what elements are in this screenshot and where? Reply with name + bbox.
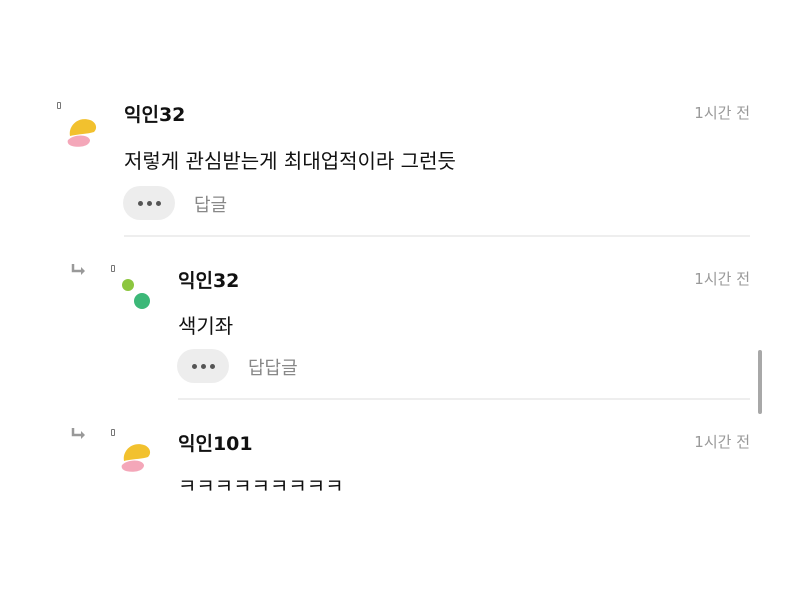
reply-arrow-icon xyxy=(71,428,85,439)
comment-thread: { "comments": [ { "author": "익인32", "tim… xyxy=(0,0,800,597)
scrollbar[interactable] xyxy=(758,350,762,414)
comment-author: 익인101 xyxy=(178,433,253,455)
marker-icon xyxy=(111,429,115,436)
comment-text: ㅋㅋㅋㅋㅋㅋㅋㅋㅋ xyxy=(178,474,344,498)
yellow-pink-blob-avatar xyxy=(121,444,151,472)
comment-time: 1시간 전 xyxy=(694,433,750,451)
reply-comment-item: 익인101 1시간 전 ㅋㅋㅋㅋㅋㅋㅋㅋㅋ xyxy=(0,0,800,500)
